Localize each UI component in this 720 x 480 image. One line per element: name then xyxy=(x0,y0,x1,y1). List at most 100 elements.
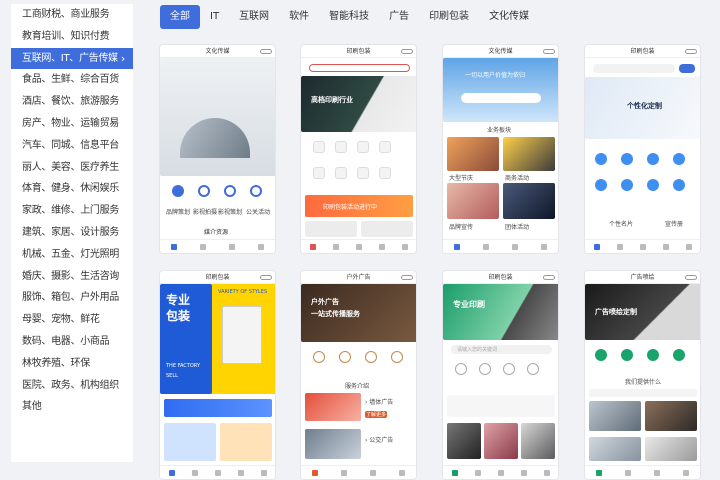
search-button[interactable] xyxy=(679,64,695,73)
card-title: 印刷包装 xyxy=(160,271,275,284)
sidebar-item-beauty[interactable]: 丽人、美容、医疗养生 xyxy=(11,157,133,179)
learn-more-label: 了解更多 xyxy=(366,412,387,418)
gallery-image xyxy=(447,183,499,219)
category-icon xyxy=(313,351,325,363)
more-icon xyxy=(401,49,413,54)
service-title: › 公交广告 xyxy=(365,437,394,444)
category-icon xyxy=(595,179,607,191)
chevron-right-icon: › xyxy=(120,51,125,65)
tabs-strip xyxy=(589,389,697,397)
category-icon xyxy=(647,349,659,361)
banner-tagline: VARIETY OF STYLES xyxy=(218,289,268,295)
tab-advertising[interactable]: 广告 xyxy=(379,5,419,29)
product-image xyxy=(220,423,272,461)
category-icon xyxy=(503,363,515,375)
sidebar-item-auto[interactable]: 汽车、同城、信息平台 xyxy=(11,135,133,157)
sidebar-item-sports[interactable]: 体育、健身、休闲娱乐 xyxy=(11,178,133,200)
product-label: 宣传册 xyxy=(665,221,684,228)
gallery-image xyxy=(589,437,641,461)
card-tabbar xyxy=(585,239,700,253)
card-title: 户外广告 xyxy=(301,271,416,284)
search-placeholder: 请输入您的关键词 xyxy=(457,347,498,353)
sidebar-item-baby[interactable]: 母婴、宠物、鲜花 xyxy=(11,309,133,331)
promo-banner[interactable] xyxy=(164,399,272,417)
banner-subheadline: 一站式传播服务 xyxy=(311,310,360,318)
section-title: 服务介绍 xyxy=(345,383,370,390)
card-tabbar xyxy=(443,465,558,479)
gallery-image xyxy=(447,137,499,171)
banner-image xyxy=(443,58,558,122)
category-icon xyxy=(673,153,685,165)
category-icon xyxy=(313,167,325,179)
template-card[interactable]: 户外广告 户外广告 一站式传播服务 服务介绍 › 墙体广告 了解更多 › 公交广… xyxy=(300,270,417,480)
sidebar-item-other[interactable]: 其他 xyxy=(11,396,133,418)
service-image xyxy=(305,393,361,421)
banner-caption: THE FACTORY xyxy=(166,363,201,369)
sidebar-item-farming[interactable]: 林牧养殖、环保 xyxy=(11,353,133,375)
sidebar-item-hospital[interactable]: 医院、政务、机构组织 xyxy=(11,375,133,397)
gallery-label: 品牌宣传 xyxy=(449,224,474,231)
sidebar-item-construction[interactable]: 建筑、家居、设计服务 xyxy=(11,222,133,244)
tab-culture-media[interactable]: 文化传媒 xyxy=(479,5,539,29)
tab-internet[interactable]: 互联网 xyxy=(229,5,279,29)
sidebar-item-food[interactable]: 食品、生鲜、综合百货 xyxy=(11,69,133,91)
category-icon xyxy=(479,363,491,375)
section-title: 业务板块 xyxy=(487,127,512,134)
banner-headline: 专业印刷 xyxy=(453,300,485,309)
sidebar-item-hotel[interactable]: 酒店、餐饮、旅游服务 xyxy=(11,91,133,113)
tab-smart-tech[interactable]: 智能科技 xyxy=(319,5,379,29)
template-card[interactable]: 文化传媒 一切以用户价值为依归 业务板块 大型节庆 商务活动 品牌宣传 团体活动 xyxy=(442,44,559,254)
sidebar-item-education[interactable]: 教育培训、知识付费 xyxy=(11,26,133,48)
category-icon xyxy=(357,167,369,179)
template-card[interactable]: 印刷包装 高档印刷行业 印刷包装活动进行中 xyxy=(300,44,417,254)
product-label: 个性名片 xyxy=(609,221,634,228)
banner-headline: 专业 xyxy=(166,293,191,307)
category-icon xyxy=(621,153,633,165)
card-title: 广告喷绘 xyxy=(585,271,700,284)
category-icon xyxy=(673,349,685,361)
template-gallery-page: 工商财税、商业服务 教育培训、知识付费 互联网、IT、广告传媒 › 食品、生鲜、… xyxy=(0,0,720,480)
card-title: 印刷包装 xyxy=(443,271,558,284)
bag-image xyxy=(222,306,262,364)
banner-illustration xyxy=(180,118,250,158)
more-icon xyxy=(543,275,555,280)
section-title: 媒介资源 xyxy=(204,229,229,236)
category-icon xyxy=(621,349,633,361)
template-card[interactable]: 印刷包装 专业印刷 请输入您的关键词 xyxy=(442,270,559,480)
card-title: 文化传媒 xyxy=(160,45,275,58)
sidebar-item-digital[interactable]: 数码、电器、小商品 xyxy=(11,331,133,353)
category-icon xyxy=(595,153,607,165)
card-title: 印刷包装 xyxy=(301,45,416,58)
template-card[interactable]: 文化传媒 品牌策划 影视拍摄 影视策划 公关活动 媒介资源 xyxy=(159,44,276,254)
service-label: 影视策划 xyxy=(218,209,243,216)
template-card[interactable]: 印刷包装 专业 包装 VARIETY OF STYLES THE FACTORY… xyxy=(159,270,276,480)
tab-it[interactable]: IT xyxy=(200,5,229,29)
sidebar-item-machinery[interactable]: 机械、五金、灯光照明 xyxy=(11,244,133,266)
category-icon xyxy=(339,351,351,363)
tab-software[interactable]: 软件 xyxy=(279,5,319,29)
filter-tabs: 全部 IT 互联网 软件 智能科技 广告 印刷包装 文化传媒 xyxy=(160,4,539,30)
gallery-image xyxy=(645,401,697,431)
sidebar-item-apparel[interactable]: 服饰、箱包、户外用品 xyxy=(11,287,133,309)
search-input[interactable] xyxy=(309,64,410,72)
service-label: 品牌策划 xyxy=(166,209,191,216)
template-card[interactable]: 印刷包装 个性化定制 个性名片 宣传册 xyxy=(584,44,701,254)
card-title: 印刷包装 xyxy=(585,45,700,58)
sidebar-item-internet[interactable]: 互联网、IT、广告传媒 › xyxy=(11,47,133,70)
banner-headline: 户外广告 xyxy=(311,298,339,306)
banner-image xyxy=(160,58,275,176)
product-image xyxy=(164,423,216,461)
sidebar-item-housekeeping[interactable]: 家政、维修、上门服务 xyxy=(11,200,133,222)
more-icon xyxy=(260,49,272,54)
card-tabbar xyxy=(443,239,558,253)
gallery-image xyxy=(503,137,555,171)
template-card[interactable]: 广告喷绘 广告喷绘定制 我们提供什么 xyxy=(584,270,701,480)
film-icon xyxy=(198,185,210,197)
tab-all[interactable]: 全部 xyxy=(160,5,200,29)
search-input[interactable] xyxy=(593,64,675,73)
sidebar-item-realestate[interactable]: 房产、物业、运输贸易 xyxy=(11,113,133,135)
sidebar-item-wedding[interactable]: 婚庆、摄影、生活咨询 xyxy=(11,266,133,288)
tab-printing[interactable]: 印刷包装 xyxy=(419,5,479,29)
sidebar-item-business[interactable]: 工商财税、商业服务 xyxy=(11,4,133,26)
category-icon xyxy=(357,141,369,153)
